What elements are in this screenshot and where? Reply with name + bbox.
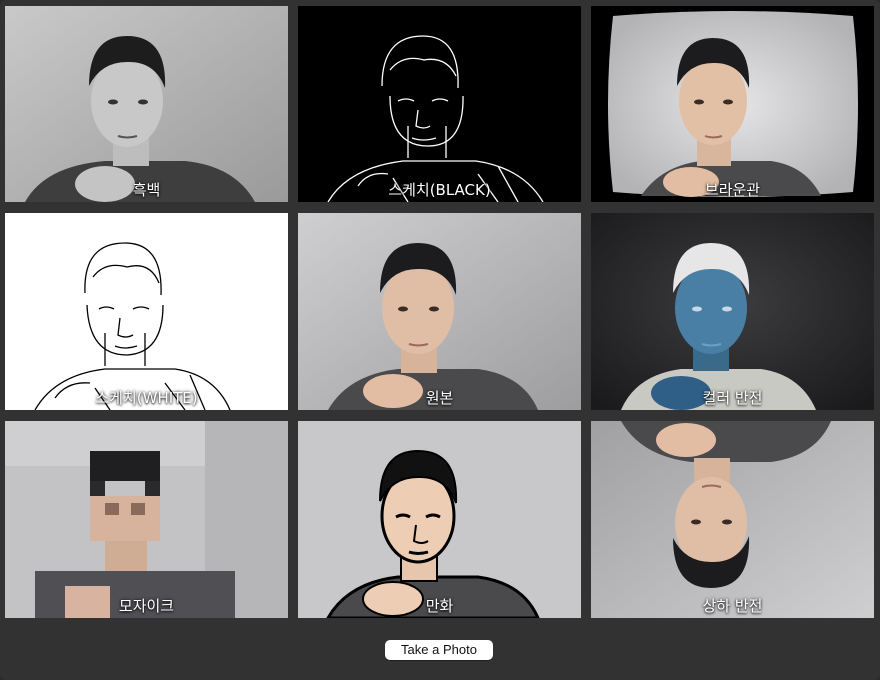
filter-tile-gray[interactable]: 흑백 bbox=[5, 6, 288, 202]
take-photo-button[interactable]: Take a Photo bbox=[385, 640, 493, 660]
filter-tile-mosaic[interactable]: 모자이크 bbox=[5, 421, 288, 618]
preview-flip bbox=[591, 421, 874, 618]
preview-crt bbox=[591, 6, 874, 202]
filter-tile-flip[interactable]: 상하 반전 bbox=[591, 421, 874, 618]
filter-tile-original[interactable]: 원본 bbox=[298, 213, 581, 410]
preview-cartoon bbox=[298, 421, 581, 618]
preview-sketch-black bbox=[298, 6, 581, 202]
preview-original bbox=[298, 213, 581, 410]
filter-tile-sketch-white[interactable]: 스케치(WHITE) bbox=[5, 213, 288, 410]
preview-gray bbox=[5, 6, 288, 202]
filter-tile-cartoon[interactable]: 만화 bbox=[298, 421, 581, 618]
preview-sketch-white bbox=[5, 213, 288, 410]
filter-tile-invert[interactable]: 컬러 반전 bbox=[591, 213, 874, 410]
filter-tile-sketch-black[interactable]: 스케치(BLACK) bbox=[298, 6, 581, 202]
preview-invert bbox=[591, 213, 874, 410]
photo-booth-window: 흑백 스케치(BLACK) 브라운관 스케치(WHITE) 원본 컬러 반전 모… bbox=[0, 0, 880, 680]
preview-mosaic bbox=[5, 421, 288, 618]
filter-grid: 흑백 스케치(BLACK) 브라운관 스케치(WHITE) 원본 컬러 반전 모… bbox=[5, 6, 874, 618]
filter-tile-crt[interactable]: 브라운관 bbox=[591, 6, 874, 202]
